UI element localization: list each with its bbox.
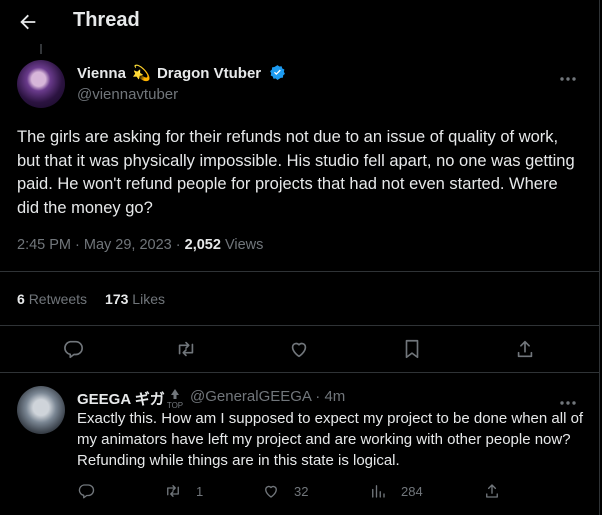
back-arrow-icon[interactable] [17, 11, 39, 33]
reply-like-button[interactable]: 32 [262, 482, 308, 500]
reply-like-count: 32 [294, 484, 309, 499]
likes-count: 173 [105, 291, 129, 307]
likes-label: Likes [132, 291, 165, 307]
tweet-meta: 2:45 PM · May 29, 2023 · 2,052 Views [17, 237, 263, 253]
divider [0, 271, 600, 272]
retweet-icon [167, 485, 179, 497]
reply-author-handle[interactable]: @GeneralGEEGA · 4m [190, 388, 345, 405]
reply-share-button[interactable] [483, 482, 501, 500]
retweet-icon[interactable] [175, 338, 197, 360]
reply-retweet-button[interactable]: 1 [164, 482, 203, 500]
top-bar: Thread [0, 0, 600, 44]
reply-more-options-icon[interactable] [559, 393, 577, 405]
avatar[interactable] [17, 60, 65, 108]
author-handle[interactable]: @viennavtuber [77, 86, 178, 103]
reply-avatar[interactable] [17, 386, 65, 434]
author-name-part-2: Dragon Vtuber [156, 65, 262, 82]
verified-badge-icon [269, 64, 286, 81]
reply-views-count: 284 [401, 484, 423, 499]
retweets-label: Retweets [28, 291, 88, 307]
reply-icon [78, 484, 95, 499]
reply-retweet-count: 1 [196, 484, 204, 499]
share-icon [486, 484, 498, 498]
bookmark-icon[interactable] [401, 338, 423, 360]
author-name-part-1: Vienna [77, 65, 126, 82]
reply-reply-button[interactable] [77, 482, 95, 500]
divider [0, 325, 600, 326]
retweets-count: 6 [17, 291, 25, 307]
page-title: Thread [73, 9, 140, 31]
reply-icon[interactable] [62, 338, 84, 360]
author-name[interactable]: Vienna 💫 Dragon Vtuber [77, 64, 286, 82]
top-badge: TOP [165, 388, 185, 410]
views-label: Views [224, 237, 264, 253]
tweet-timestamp[interactable]: 2:45 PM · May 29, 2023 · [17, 237, 181, 253]
like-heart-icon [265, 485, 277, 498]
likes-stat[interactable]: 173 Likes [105, 291, 165, 307]
reply-author-name[interactable]: GEEGA ギガ [77, 388, 165, 409]
divider [0, 372, 600, 373]
tweet-text: The girls are asking for their refunds n… [17, 128, 575, 217]
author-name-emoji: 💫 [132, 65, 151, 82]
like-heart-icon[interactable] [288, 338, 310, 360]
engagement-stats: 6 Retweets 173 Likes [17, 291, 165, 307]
views-count: 2,052 [184, 237, 221, 253]
reply-views-button[interactable]: 284 [369, 482, 423, 500]
reply-text: Exactly this. How am I supposed to expec… [77, 410, 584, 469]
thread-connector-line [40, 44, 42, 54]
thread-view: Thread Vienna 💫 Dragon Vtuber @viennavtu… [0, 0, 600, 515]
more-options-icon[interactable] [559, 69, 577, 81]
retweets-stat[interactable]: 6 Retweets [17, 291, 87, 307]
share-icon[interactable] [514, 338, 536, 360]
views-chart-icon [372, 485, 385, 498]
